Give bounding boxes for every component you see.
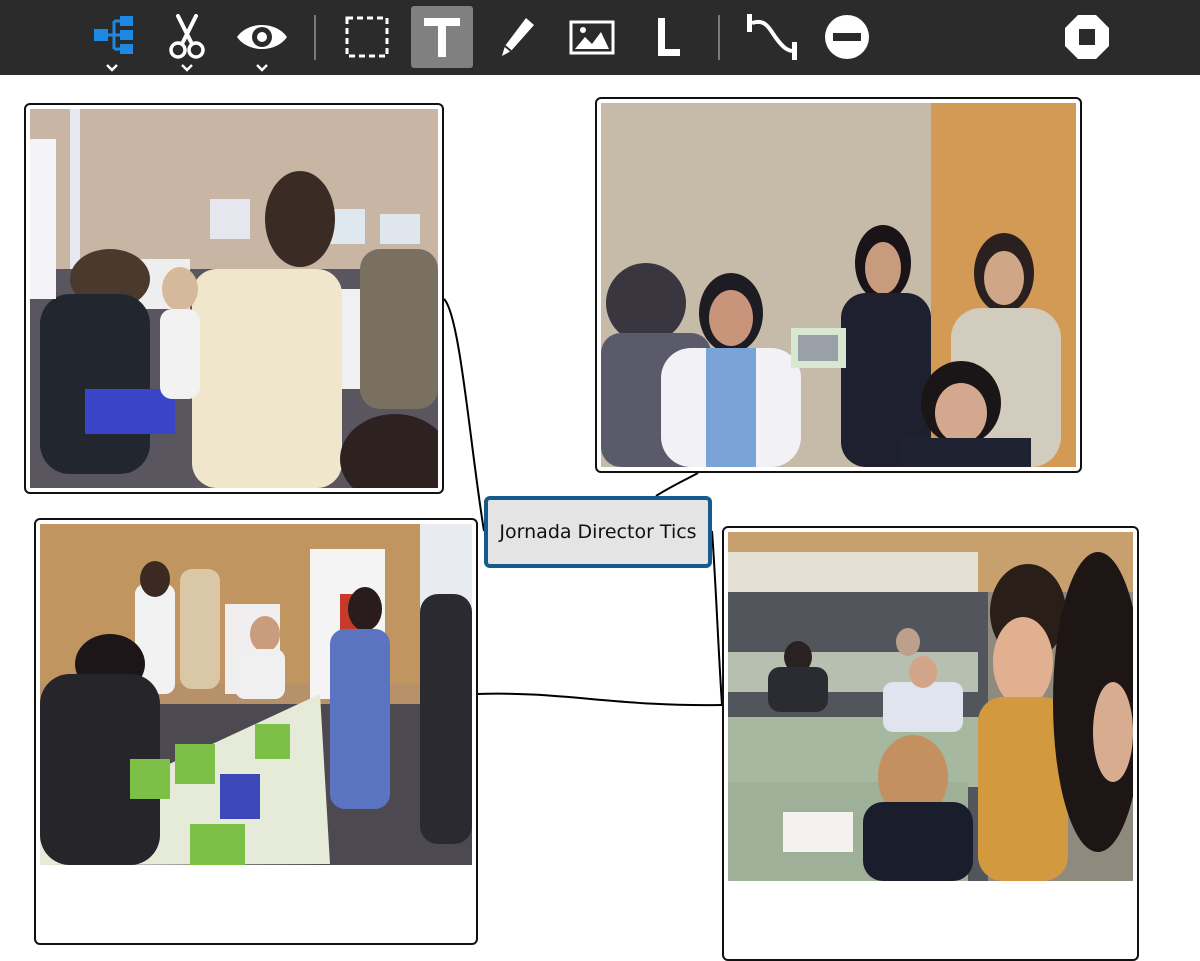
view-tool[interactable] bbox=[231, 6, 293, 72]
eye-icon bbox=[237, 25, 287, 49]
workshop-photo bbox=[30, 109, 438, 488]
text-t-icon bbox=[424, 18, 460, 57]
connector-curve-icon bbox=[747, 14, 797, 60]
chevron-down-icon[interactable] bbox=[256, 64, 268, 72]
link-bottom-right bbox=[711, 530, 723, 706]
selection-tool[interactable] bbox=[336, 6, 398, 68]
pencil-tool[interactable] bbox=[486, 6, 548, 68]
photo-node-bottom-left[interactable] bbox=[34, 518, 478, 945]
central-topic-node[interactable]: Jornada Director Tics bbox=[484, 496, 712, 568]
link-top-left bbox=[443, 298, 485, 532]
letter-l-icon bbox=[658, 18, 680, 56]
central-topic-text[interactable]: Jornada Director Tics bbox=[499, 521, 696, 543]
students-photo bbox=[601, 103, 1076, 467]
dashed-selection-icon bbox=[345, 16, 389, 58]
chevron-down-icon[interactable] bbox=[181, 64, 193, 72]
mind-map-canvas[interactable]: Jornada Director Tics bbox=[0, 75, 1200, 961]
delete-tool[interactable] bbox=[816, 6, 878, 68]
image-tool[interactable] bbox=[561, 6, 623, 68]
connect-tool[interactable] bbox=[741, 6, 803, 68]
auditorium-photo bbox=[728, 532, 1133, 955]
stop-tool[interactable] bbox=[1056, 6, 1118, 68]
scissors-icon bbox=[169, 14, 205, 59]
mind-map-tree-tool[interactable] bbox=[81, 6, 143, 72]
toolbar-separator bbox=[314, 15, 316, 60]
photo-node-top-right[interactable] bbox=[595, 97, 1082, 473]
pencil-icon bbox=[502, 18, 534, 56]
chevron-down-icon[interactable] bbox=[106, 64, 118, 72]
remove-circle-icon bbox=[825, 15, 869, 59]
link-bottom-left bbox=[476, 692, 723, 707]
image-icon bbox=[569, 20, 615, 55]
toolbar-separator bbox=[718, 15, 720, 60]
photo-node-bottom-right[interactable] bbox=[722, 526, 1139, 961]
mind-map-tree-icon bbox=[94, 16, 133, 54]
toolbar bbox=[0, 0, 1200, 75]
text-tool[interactable] bbox=[411, 6, 473, 68]
cut-tool[interactable] bbox=[156, 6, 218, 72]
photo-node-top-left[interactable] bbox=[24, 103, 444, 494]
link-top-right bbox=[655, 472, 699, 497]
laptops-table-photo bbox=[40, 524, 472, 939]
label-tool[interactable] bbox=[636, 6, 698, 68]
stop-octagon-icon bbox=[1065, 15, 1109, 59]
